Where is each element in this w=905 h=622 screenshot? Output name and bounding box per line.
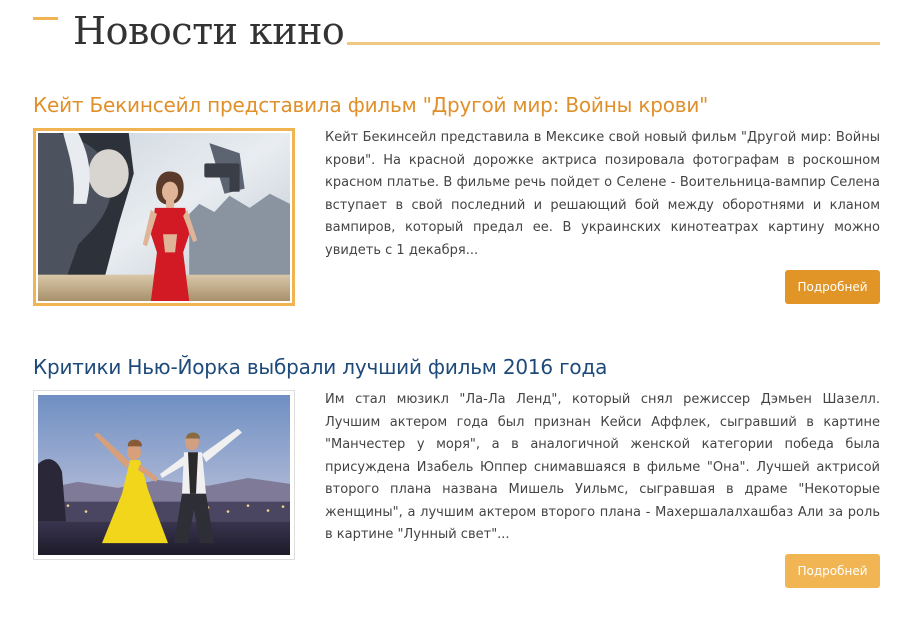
header-accent-line-right	[347, 42, 880, 45]
news-excerpt: Им стал мюзикл "Ла-Ла Ленд", который сня…	[325, 392, 880, 542]
header-accent-line-left	[33, 17, 58, 20]
news-title-link[interactable]: Критики Нью-Йорка выбрали лучший фильм 2…	[33, 352, 607, 382]
la-la-land-photo	[38, 395, 290, 555]
news-excerpt: Кейт Бекинсейл представила в Мексике сво…	[325, 130, 880, 258]
more-button[interactable]: Подробней	[785, 554, 880, 588]
news-title-link[interactable]: Кейт Бекинсейл представила фильм "Другой…	[33, 90, 708, 120]
more-button[interactable]: Подробней	[785, 270, 880, 304]
premiere-photo	[38, 133, 290, 301]
section-title: Новости кино	[73, 9, 345, 53]
news-thumbnail[interactable]	[33, 128, 295, 306]
news-thumbnail[interactable]	[33, 390, 295, 560]
section-header: Новости кино	[33, 6, 880, 56]
